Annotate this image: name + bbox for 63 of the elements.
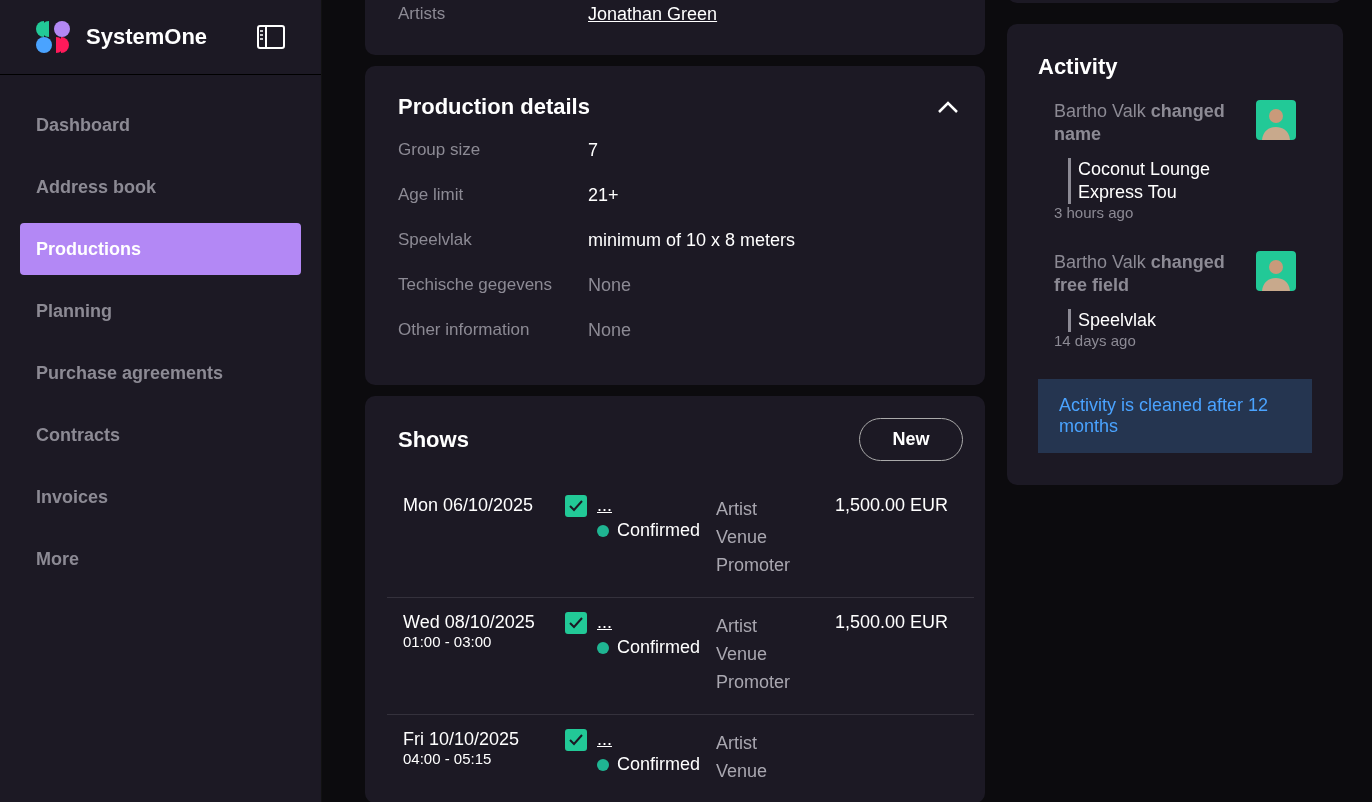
sidebar-item[interactable]: Purchase agreements [20,347,301,399]
field-label: Other information [398,320,531,341]
artist-link[interactable]: Jonathan Green [588,4,718,25]
sidebar-item[interactable]: Dashboard [20,99,301,151]
party-label: Artist [716,498,758,521]
check-icon [569,734,583,746]
sidebar-item[interactable]: Invoices [20,471,301,523]
party-label: Venue [716,526,769,549]
sidebar-item[interactable]: Planning [20,285,301,337]
collapse-icon[interactable] [937,100,959,114]
sidebar-item[interactable]: Productions [20,223,301,275]
sidebar-item[interactable]: Address book [20,161,301,213]
party-label: Venue [716,760,769,783]
field-value: 21+ [588,185,619,206]
sidebar-item[interactable]: Contracts [20,409,301,461]
party-label: Promoter [716,671,792,694]
activity-time: 3 hours ago [1054,204,1135,221]
sidebar-toggle-icon[interactable] [257,25,285,49]
status-text: Confirmed [617,754,701,775]
field-value: None [588,320,632,341]
checkbox[interactable] [565,729,587,751]
show-date: Wed 08/10/2025 [403,612,536,633]
party-label: Artist [716,615,758,638]
activity-detail: Coconut Lounge Express Tou [1068,158,1246,204]
check-icon [569,617,583,629]
section-title: Shows [398,426,469,453]
show-time: 01:00 - 03:00 [403,633,493,650]
party-label: Promoter [716,554,792,577]
field-label: Techische gegevens [398,275,554,296]
status-text: Confirmed [617,520,701,541]
avatar [1256,251,1296,291]
show-time: 04:00 - 05:15 [403,750,493,767]
show-link[interactable]: ... [597,729,716,750]
check-icon [569,500,583,512]
field-label: Speelvlak [398,230,473,251]
show-date: Fri 10/10/2025 [403,729,521,750]
status-text: Confirmed [617,637,701,658]
field-label: Group size [398,140,482,161]
show-link[interactable]: ... [597,495,716,516]
section-title: Production details [398,94,590,120]
brand-name: SystemOne [86,24,209,50]
field-value: minimum of 10 x 8 meters [588,230,796,251]
activity-detail: Speelvlak [1068,309,1246,332]
show-amount: 1,500.00 EUR [835,495,949,517]
field-value: None [588,275,632,296]
show-link[interactable]: ... [597,612,716,633]
info-notice: Activity is cleaned after 12 months [1038,379,1312,453]
show-amount: 1,500.00 EUR [835,612,949,634]
checkbox[interactable] [565,495,587,517]
section-title: Activity [1038,54,1118,80]
activity-time: 14 days ago [1054,332,1137,349]
party-label: Venue [716,643,769,666]
field-label: Age limit [398,185,465,206]
sidebar-item[interactable]: More [20,533,301,585]
checkbox[interactable] [565,612,587,634]
field-value: 7 [588,140,598,161]
logo-icon [36,20,70,54]
activity-text: Bartho Valk changed name [1054,100,1226,146]
activity-text: Bartho Valk changed free field [1054,251,1226,297]
field-label: Artists [398,4,447,25]
party-label: Artist [716,732,758,755]
show-date: Mon 06/10/2025 [403,495,535,516]
avatar [1256,100,1296,140]
